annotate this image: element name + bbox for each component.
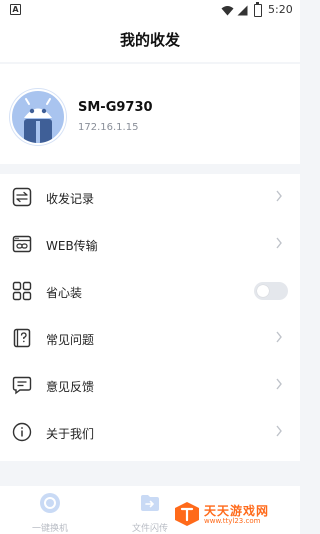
a-notification-icon: A [10, 4, 21, 15]
battery-icon [254, 2, 262, 17]
menu-item-label: 意见反馈 [46, 380, 95, 394]
info-icon [12, 422, 32, 442]
signal-icon [237, 5, 248, 16]
menu-item-label: 省心装 [46, 286, 83, 300]
file-transfer-icon [141, 495, 159, 511]
chevron-right-icon [276, 378, 282, 390]
tab-switch-phone[interactable]: 一键换机 [10, 492, 90, 534]
grid-apps-icon [12, 281, 32, 301]
menu-item-feedback[interactable]: 意见反馈 [0, 362, 300, 409]
wifi-icon [221, 6, 234, 16]
menu-item-faq[interactable]: 常见问题 [0, 315, 300, 362]
switch-phone-icon [40, 493, 60, 513]
android-robot-icon [10, 89, 66, 145]
menu-item-about[interactable]: 关于我们 [0, 409, 300, 456]
menu-item-label: 关于我们 [46, 427, 95, 441]
menu-item-records[interactable]: 收发记录 [0, 174, 300, 221]
watermark: 天天游戏网 www.ttyl23.com [174, 501, 284, 529]
watermark-logo-icon [175, 502, 199, 526]
web-link-icon [12, 235, 32, 253]
device-ip: 172.16.1.15 [78, 122, 139, 133]
easy-install-toggle[interactable] [254, 282, 288, 300]
watermark-url: www.ttyl23.com [204, 517, 261, 525]
chevron-right-icon [276, 425, 282, 437]
status-bar: A 5:20 [0, 0, 300, 22]
menu-item-label: WEB传输 [46, 239, 98, 253]
menu-item-label: 常见问题 [46, 333, 95, 347]
device-name: SM-G9730 [78, 100, 153, 115]
chevron-right-icon [276, 331, 282, 343]
feedback-message-icon [12, 376, 32, 395]
device-card: SM-G9730 172.16.1.15 [0, 64, 300, 164]
chevron-right-icon [276, 190, 282, 202]
chevron-right-icon [276, 237, 282, 249]
title-bar: 我的收发 [0, 22, 300, 62]
menu-item-easy-install[interactable]: 省心装 [0, 268, 300, 315]
tab-label: 一键换机 [31, 524, 68, 534]
menu-item-label: 收发记录 [46, 192, 95, 206]
settings-menu: 收发记录 WEB传输 省心装 常见问题 意见反馈 关于我们 [0, 174, 300, 461]
menu-item-web-transfer[interactable]: WEB传输 [0, 221, 300, 268]
question-book-icon [13, 328, 31, 348]
status-time: 5:20 [268, 3, 293, 16]
page-title: 我的收发 [119, 31, 180, 49]
swap-arrows-icon [12, 187, 32, 207]
